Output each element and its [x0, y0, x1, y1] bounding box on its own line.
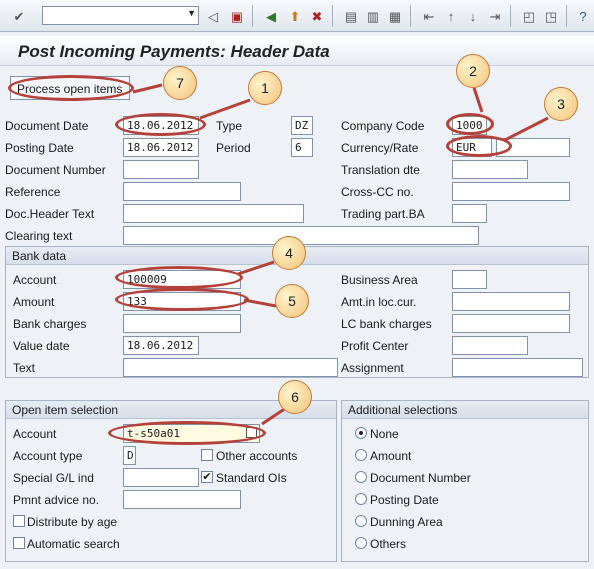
leader-line-5 [243, 298, 277, 308]
highlight-ring-5 [115, 288, 249, 311]
callout-4: 4 [272, 236, 306, 270]
leader-line-3 [504, 116, 549, 142]
leader-line-7 [132, 83, 163, 94]
highlight-ring-6 [108, 421, 266, 445]
callout-3: 3 [544, 87, 578, 121]
leader-line-4 [237, 260, 275, 276]
highlight-ring-1 [115, 113, 206, 136]
leader-line-1 [199, 98, 251, 120]
highlight-ring-2 [446, 113, 494, 135]
callout-5: 5 [275, 284, 309, 318]
highlight-ring-3 [446, 135, 512, 157]
callout-7: 7 [163, 66, 197, 100]
callout-2: 2 [456, 54, 490, 88]
highlight-ring-7 [8, 75, 134, 101]
callout-6: 6 [278, 380, 312, 414]
leader-line-6 [261, 406, 287, 426]
leader-line-2 [472, 87, 484, 113]
highlight-ring-4 [115, 266, 243, 289]
callout-1: 1 [248, 71, 282, 105]
